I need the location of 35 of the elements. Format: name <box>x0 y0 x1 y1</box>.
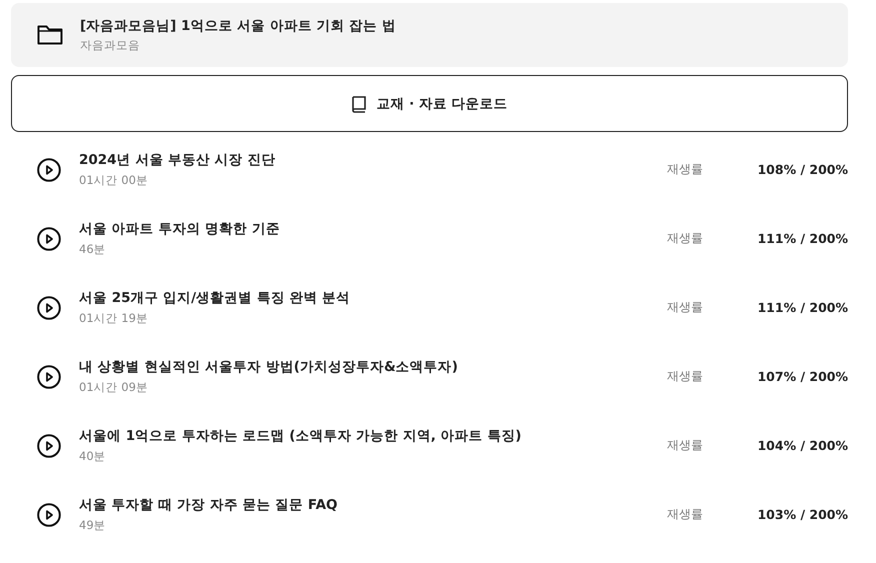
playback-rate: 104% / 200% <box>756 438 848 453</box>
lesson-duration: 40분 <box>79 449 107 464</box>
lesson-title[interactable]: 2024년 서울 부동산 시장 진단 <box>79 151 667 169</box>
playback-rate-label: 재생률 <box>667 368 704 385</box>
play-icon[interactable] <box>37 296 61 320</box>
course-author: 자음과모음 <box>80 38 141 53</box>
playback-rate: 108% / 200% <box>756 162 848 177</box>
playback-rate-label: 재생률 <box>667 299 704 316</box>
play-icon[interactable] <box>37 434 61 458</box>
folder-icon <box>37 24 63 46</box>
playback-rate: 103% / 200% <box>756 507 848 522</box>
lesson-duration: 46분 <box>79 242 107 257</box>
playback-rate: 111% / 200% <box>756 300 848 315</box>
playback-rate: 107% / 200% <box>756 369 848 384</box>
lesson-duration: 49분 <box>79 518 107 533</box>
lesson-duration: 01시간 19분 <box>79 311 149 326</box>
lesson-title[interactable]: 서울에 1억으로 투자하는 로드맵 (소액투자 가능한 지역, 아파트 특징) <box>79 427 667 445</box>
play-icon[interactable] <box>37 364 61 388</box>
lesson-title[interactable]: 서울 아파트 투자의 명확한 기준 <box>79 220 667 238</box>
lesson-duration: 01시간 09분 <box>79 380 149 395</box>
playback-rate-label: 재생률 <box>667 230 704 247</box>
play-icon[interactable] <box>37 502 61 526</box>
lesson-title[interactable]: 내 상황별 현실적인 서울투자 방법(가치성장투자&소액투자) <box>79 358 667 376</box>
playback-rate-label: 재생률 <box>667 437 704 454</box>
play-icon[interactable] <box>37 226 61 250</box>
book-icon <box>351 94 368 112</box>
lesson-title[interactable]: 서울 투자할 때 가장 자주 묻는 질문 FAQ <box>79 496 667 514</box>
playback-rate-label: 재생률 <box>667 506 704 523</box>
playback-rate: 111% / 200% <box>756 231 848 246</box>
lesson-title[interactable]: 서울 25개구 입지/생활권별 특징 완벽 분석 <box>79 289 667 307</box>
download-button[interactable]: 교재 · 자료 다운로드 <box>11 75 848 132</box>
play-icon[interactable] <box>37 158 61 182</box>
lesson-duration: 01시간 00분 <box>79 173 149 188</box>
playback-rate-label: 재생률 <box>667 161 704 178</box>
course-title: [자음과모음님] 1억으로 서울 아파트 기회 잡는 법 <box>80 17 396 35</box>
